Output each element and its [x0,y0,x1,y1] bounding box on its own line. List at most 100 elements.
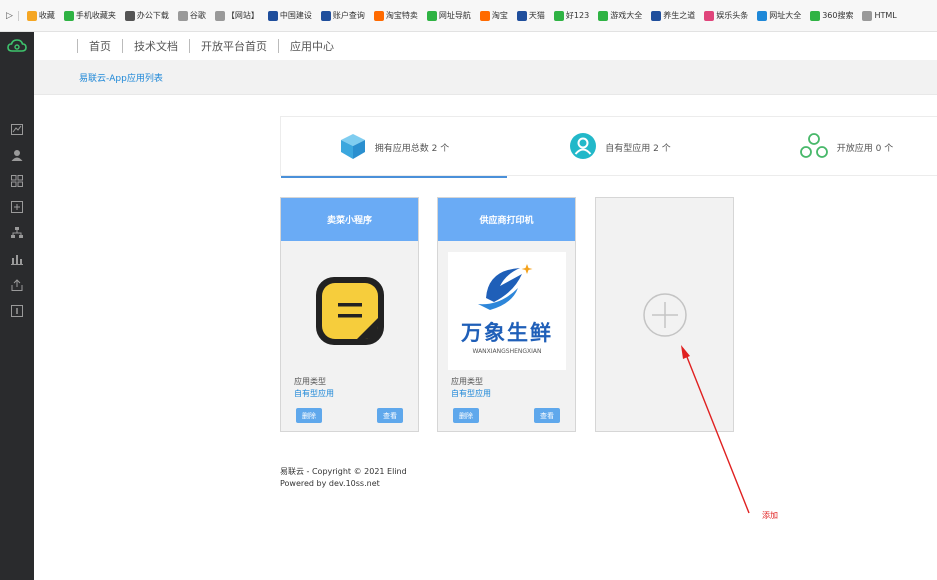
delete-button[interactable]: 删除 [453,408,479,423]
sidebar [0,32,34,580]
nav-icon [426,10,437,21]
user-circle-icon [569,132,597,163]
bookmark-item[interactable]: 养生之道 [651,10,695,21]
app-type-label: 应用类型 [451,377,483,386]
cloud-logo-icon[interactable] [0,32,34,60]
app-type-label: 应用类型 [294,377,326,386]
user-icon[interactable] [0,142,34,168]
tab-total-apps[interactable]: 拥有应用总数 2 个 [281,117,507,178]
cube-icon [339,132,367,163]
divider [77,39,78,53]
phone-icon [63,10,74,21]
page-icon [214,10,225,21]
page-icon [862,10,873,21]
bookmark-item[interactable]: 【网站】 [214,10,259,21]
bookmark-item[interactable]: 账户查询 [320,10,365,21]
delete-button[interactable]: 删除 [296,408,322,423]
tmall-icon [516,10,527,21]
bookmark-label: 账户查询 [332,11,365,20]
bookmark-item[interactable]: 娱乐头条 [704,10,748,21]
nav-docs[interactable]: 技术文档 [134,38,178,54]
app-type-value: 自有型应用 [294,389,334,398]
bookmark-item[interactable]: 好123 [553,10,590,21]
bookmark-label: 淘宝 [491,11,508,20]
ent-icon [704,10,715,21]
bookmark-label: 收藏 [38,11,55,20]
grid-icon[interactable] [0,168,34,194]
app-card: 卖菜小程序 应用类型 自有型应用 删除 查看 [280,197,419,432]
sidebar-toggle-icon[interactable]: ▷ [6,11,13,21]
bookmark-item[interactable]: 中国建设 [267,10,312,21]
bar-chart-icon[interactable] [0,246,34,272]
divider [122,39,123,53]
upload-icon[interactable] [0,272,34,298]
breadcrumb: 易联云-App应用列表 [34,60,937,95]
bookmark-label: 游戏大全 [610,11,643,20]
logo-subtitle: WANXIANGSHENGXIAN [472,348,542,355]
own-apps-label: 自有型应用 2 个 [605,143,671,154]
bookmark-label: 中国建设 [279,11,312,20]
bookmark-item[interactable]: 游戏大全 [598,10,642,21]
bookmark-label: 娱乐头条 [716,11,749,20]
app-type-value: 自有型应用 [451,389,491,398]
plus-circle-icon [642,292,687,337]
app-card: 供应商打印机 万象生鲜 WANXIANGSHENGXIAN 应用类型 自有型应用… [437,197,576,432]
add-box-icon[interactable] [0,194,34,220]
bank-icon [320,10,331,21]
bookmark-item[interactable]: 360搜索 [810,10,853,21]
search-icon [810,10,821,21]
info-box-icon[interactable] [0,298,34,324]
app-logo [291,252,409,370]
page-icon [177,10,188,21]
divider [17,10,19,21]
bookmark-item[interactable]: 天猫 [516,10,545,21]
total-apps-label: 拥有应用总数 2 个 [374,143,450,154]
nav-home[interactable]: 首页 [89,38,111,54]
bookmark-label: 360搜索 [822,11,854,20]
bookmark-label: 手机收藏夹 [75,11,116,20]
hao-icon [553,10,564,21]
tab-open-apps[interactable]: 开放应用 0 个 [733,117,937,177]
bookmarks-bar: ▷ 收藏 手机收藏夹 办公下载 谷歌 【网站】 中国建设 账户查询 淘宝特卖 网址导航 淘宝 天猫 好… [0,0,937,32]
note-app-icon [316,277,384,345]
bookmark-item[interactable]: 办公下载 [124,10,169,21]
app-card-title: 卖菜小程序 [281,198,418,241]
bookmark-label: 【网站】 [226,11,259,20]
app-logo: 万象生鲜 WANXIANGSHENGXIAN [448,252,566,370]
breadcrumb-link[interactable]: 易联云-App应用列表 [79,71,163,84]
top-nav: 首页 技术文档 开放平台首页 应用中心 [34,32,937,60]
health-icon [651,10,662,21]
game-icon [598,10,609,21]
shop-icon [479,10,490,21]
bookmark-item[interactable]: 网址导航 [426,10,471,21]
bookmark-label: 天猫 [528,11,545,20]
bookmark-label: 好123 [565,11,590,20]
dashboard-icon[interactable] [0,116,34,142]
tab-own-apps[interactable]: 自有型应用 2 个 [507,117,733,177]
view-button[interactable]: 查看 [377,408,403,423]
view-button[interactable]: 查看 [534,408,560,423]
bookmark-item[interactable]: 谷歌 [177,10,206,21]
divider [189,39,190,53]
powered-by-text: Powered by dev.10ss.net [280,479,380,488]
bookmark-item[interactable]: HTML [862,10,897,21]
sitemap-icon[interactable] [0,220,34,246]
wanxiang-logo-icon [478,264,533,310]
bookmark-item[interactable]: 收藏 [26,10,55,21]
nav-app-center[interactable]: 应用中心 [290,38,334,54]
bookmark-label: HTML [874,11,897,20]
star-icon [26,10,37,21]
bookmark-label: 养生之道 [663,11,696,20]
bookmark-label: 网址导航 [438,11,471,20]
nav-icon [757,10,768,21]
bookmark-label: 淘宝特卖 [385,11,418,20]
bank-icon [267,10,278,21]
bookmark-item[interactable]: 淘宝特卖 [373,10,418,21]
bookmark-item[interactable]: 网址大全 [757,10,801,21]
nav-open-platform[interactable]: 开放平台首页 [201,38,267,54]
bookmark-item[interactable]: 淘宝 [479,10,508,21]
add-app-card[interactable] [595,197,734,432]
bookmark-label: 谷歌 [189,11,206,20]
bookmark-item[interactable]: 手机收藏夹 [63,10,116,21]
logo-title: 万象生鲜 [461,320,553,345]
